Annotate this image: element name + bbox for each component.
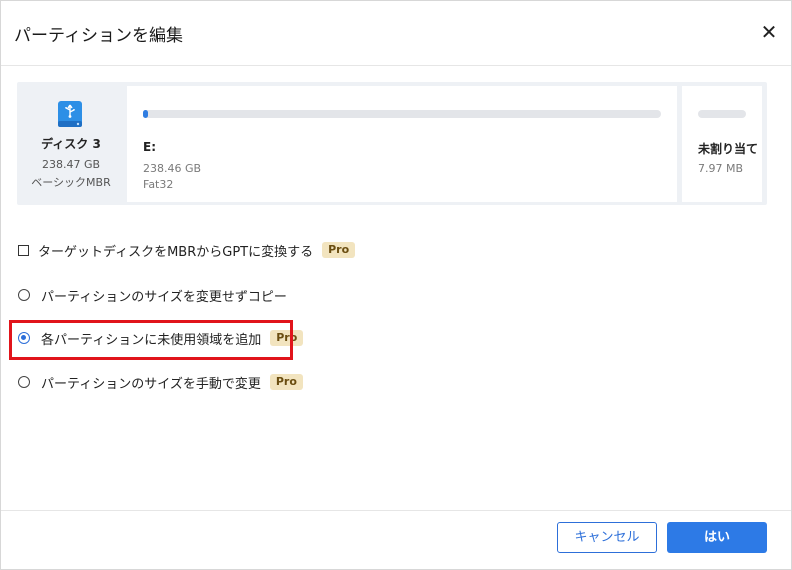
close-icon[interactable]: ✕ bbox=[758, 21, 780, 43]
cancel-button[interactable]: キャンセル bbox=[557, 522, 657, 553]
manual-resize-label: パーティションのサイズを手動で変更 bbox=[41, 376, 261, 392]
edit-partition-dialog: パーティションを編集 ✕ ディスク 3 238.47 GB ベーシックMBR E… bbox=[0, 0, 792, 570]
partition-label: E: bbox=[143, 140, 156, 154]
partition-usage-bar bbox=[143, 110, 661, 118]
highlight-box bbox=[9, 320, 293, 360]
disk-info: ディスク 3 238.47 GB ベーシックMBR bbox=[17, 82, 125, 205]
convert-label: ターゲットディスクをMBRからGPTに変換する bbox=[38, 244, 314, 260]
partition-card-unallocated[interactable]: 未割り当て 7.97 MB bbox=[682, 86, 762, 202]
partition-size: 238.46 GB bbox=[143, 162, 202, 175]
no-resize-label: パーティションのサイズを変更せずコピー bbox=[41, 289, 287, 305]
partition-filesystem: Fat32 bbox=[143, 178, 174, 191]
manual-resize-radio[interactable] bbox=[18, 376, 30, 388]
pro-badge: Pro bbox=[269, 374, 303, 390]
dialog-title: パーティションを編集 bbox=[14, 26, 183, 46]
disk-type: ベーシックMBR bbox=[31, 176, 111, 189]
copy-without-resize-option[interactable]: パーティションのサイズを変更せずコピー bbox=[18, 284, 287, 306]
partition-usage-fill bbox=[143, 110, 148, 118]
manual-resize-option[interactable]: パーティションのサイズを手動で変更 Pro bbox=[18, 371, 303, 393]
footer-divider bbox=[1, 510, 791, 511]
convert-checkbox[interactable] bbox=[18, 244, 29, 256]
ok-button[interactable]: はい bbox=[667, 522, 767, 553]
unallocated-label: 未割り当て bbox=[698, 142, 759, 156]
partition-card-e[interactable]: E: 238.46 GB Fat32 bbox=[127, 86, 677, 202]
title-bar: パーティションを編集 ✕ bbox=[1, 1, 791, 66]
unallocated-bar bbox=[698, 110, 746, 118]
usb-drive-icon bbox=[58, 101, 82, 127]
convert-mbr-gpt-option[interactable]: ターゲットディスクをMBRからGPTに変換する Pro bbox=[18, 239, 356, 261]
disk-name: ディスク 3 bbox=[41, 137, 101, 151]
pro-badge: Pro bbox=[322, 242, 356, 258]
disk-size: 238.47 GB bbox=[41, 158, 101, 171]
no-resize-radio[interactable] bbox=[18, 289, 30, 301]
unallocated-size: 7.97 MB bbox=[698, 162, 744, 175]
disk-map-panel: ディスク 3 238.47 GB ベーシックMBR E: 238.46 GB F… bbox=[17, 82, 767, 205]
